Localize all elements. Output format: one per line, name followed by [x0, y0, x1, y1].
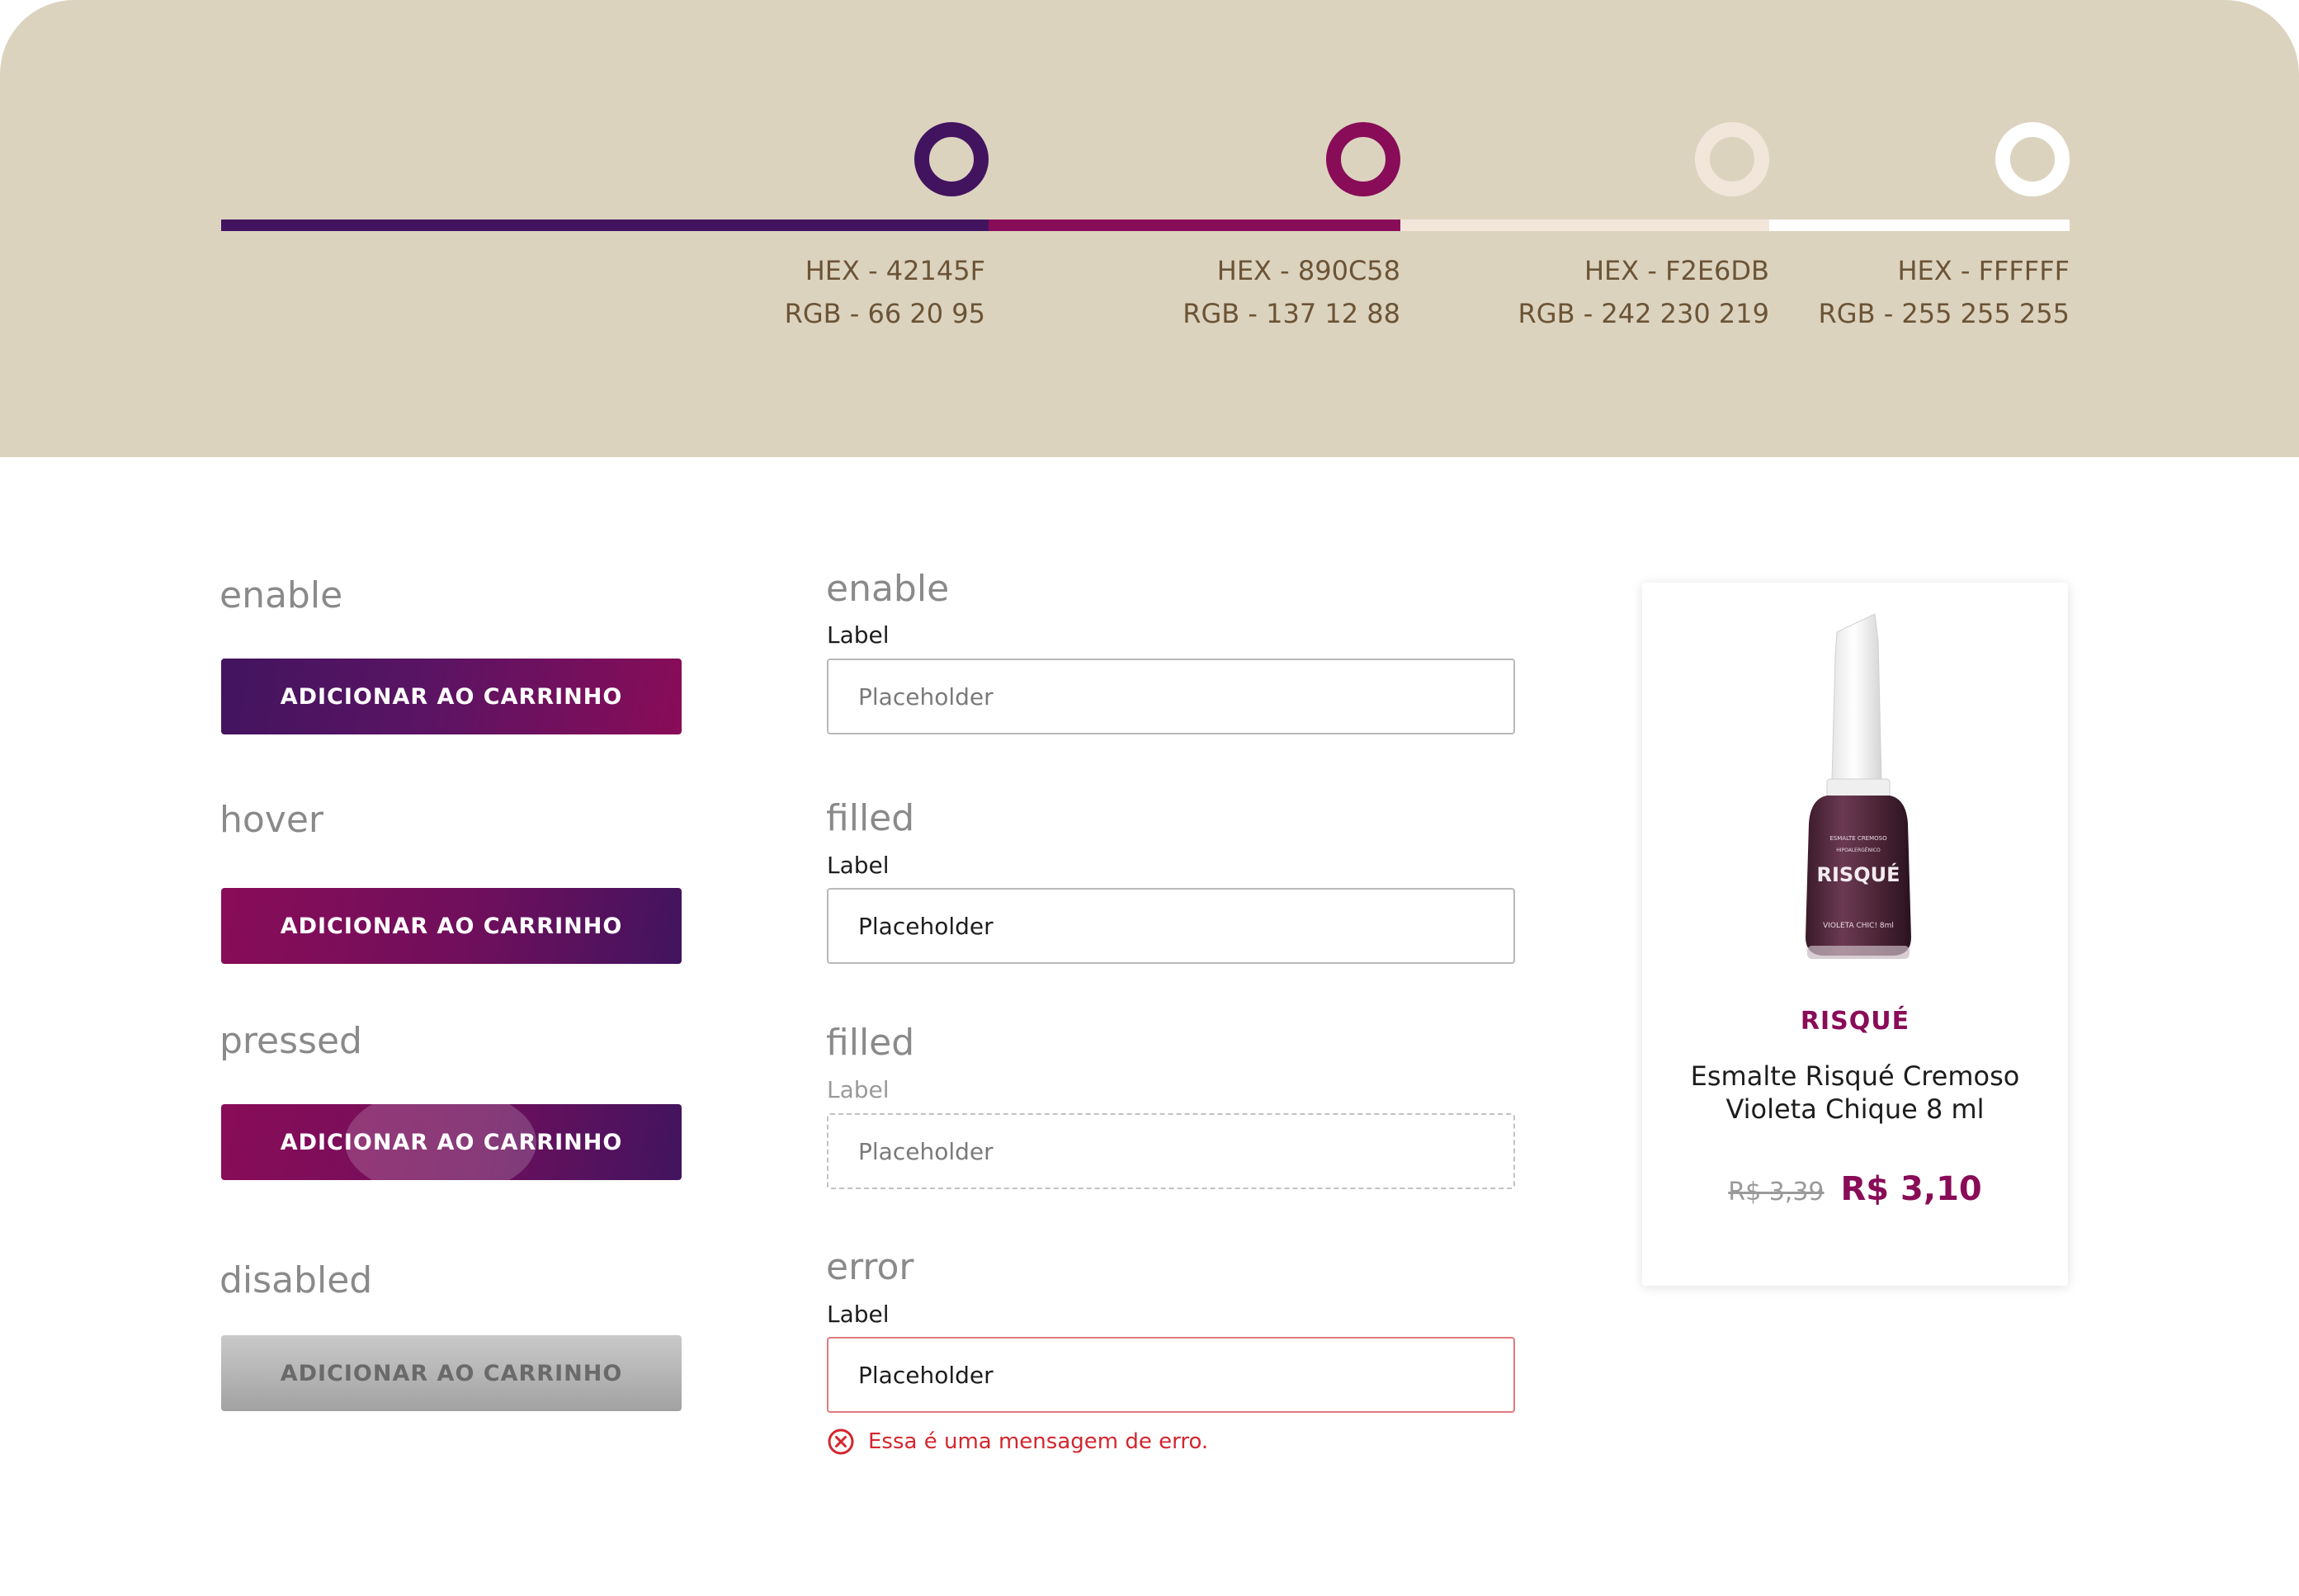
- product-name[interactable]: Esmalte Risqué Cremoso Violeta Chique 8 …: [1659, 1060, 2051, 1126]
- field-label: Label: [827, 1076, 890, 1103]
- hex-value: HEX - 42145F: [805, 255, 985, 286]
- add-to-cart-button-disabled: ADICIONAR AO CARRINHO: [221, 1335, 682, 1411]
- button-state-title: disabled: [220, 1259, 373, 1301]
- svg-text:HIPOALERGÊNICO: HIPOALERGÊNICO: [1836, 847, 1881, 853]
- hex-value: HEX - 890C58: [1216, 255, 1400, 286]
- swatch-ring-f2e6db: [1695, 122, 1769, 196]
- price-row: R$ 3,39 R$ 3,10: [1642, 1170, 2068, 1208]
- button-state-title: enable: [220, 574, 343, 616]
- color-palette-section: HEX - 42145F RGB - 66 20 95 HEX - 890C58…: [0, 0, 2299, 457]
- text-input-disabled: [827, 1113, 1515, 1189]
- product-card[interactable]: ESMALTE CREMOSO HIPOALERGÊNICO RISQUÉ VI…: [1642, 583, 2068, 1286]
- swatch-info-f2e6db: HEX - F2E6DB RGB - 242 230 219: [1518, 249, 1769, 335]
- field-label: Label: [827, 1301, 890, 1328]
- rgb-value: RGB - 66 20 95: [784, 298, 985, 329]
- text-input-filled[interactable]: [827, 888, 1515, 964]
- text-input-enable[interactable]: [827, 659, 1515, 734]
- bottle-brand-text: RISQUÉ: [1817, 862, 1900, 886]
- hex-value: HEX - FFFFFF: [1897, 255, 2070, 286]
- rgb-value: RGB - 137 12 88: [1183, 298, 1400, 329]
- add-to-cart-button-hover[interactable]: ADICIONAR AO CARRINHO: [221, 888, 682, 964]
- add-to-cart-button[interactable]: ADICIONAR AO CARRINHO: [221, 659, 682, 734]
- svg-text:ESMALTE CREMOSO: ESMALTE CREMOSO: [1829, 835, 1887, 842]
- input-state-title: filled: [826, 1022, 915, 1064]
- text-input-error[interactable]: [827, 1337, 1515, 1413]
- field-label: Label: [827, 852, 890, 879]
- current-price: R$ 3,10: [1840, 1170, 1982, 1208]
- swatch-info-890c58: HEX - 890C58 RGB - 137 12 88: [1183, 249, 1400, 335]
- button-label: ADICIONAR AO CARRINHO: [280, 1129, 623, 1155]
- color-bar-890c58: [989, 220, 1400, 231]
- error-circle-icon: [828, 1428, 854, 1455]
- add-to-cart-button-pressed[interactable]: ADICIONAR AO CARRINHO: [221, 1104, 682, 1180]
- button-state-title: hover: [220, 799, 324, 841]
- button-label: ADICIONAR AO CARRINHO: [280, 683, 623, 710]
- input-state-title: filled: [826, 797, 915, 839]
- swatch-info-42145f: HEX - 42145F RGB - 66 20 95: [785, 249, 985, 335]
- button-state-title: pressed: [220, 1020, 362, 1062]
- product-image[interactable]: ESMALTE CREMOSO HIPOALERGÊNICO RISQUÉ VI…: [1789, 607, 1929, 970]
- old-price: R$ 3,39: [1728, 1178, 1825, 1206]
- color-bar-42145f: [221, 220, 989, 231]
- swatch-ring-ffffff: [1995, 122, 2070, 196]
- swatch-info-ffffff: HEX - FFFFFF RGB - 255 255 255: [1819, 249, 2070, 335]
- field-label: Label: [827, 621, 890, 649]
- rgb-value: RGB - 255 255 255: [1818, 298, 2070, 329]
- hex-value: HEX - F2E6DB: [1584, 255, 1769, 286]
- button-label: ADICIONAR AO CARRINHO: [280, 913, 623, 939]
- rgb-value: RGB - 242 230 219: [1518, 298, 1769, 329]
- color-bar-f2e6db: [1400, 220, 1769, 231]
- button-label: ADICIONAR AO CARRINHO: [280, 1360, 623, 1386]
- product-brand: RISQUÉ: [1800, 1007, 1910, 1036]
- input-state-title: enable: [826, 568, 950, 610]
- color-bar-ffffff: [1769, 220, 2070, 231]
- swatch-ring-42145f: [914, 122, 989, 196]
- swatch-ring-890c58: [1326, 122, 1400, 196]
- error-text: Essa é uma mensagem de erro.: [868, 1429, 1209, 1454]
- error-message: Essa é uma mensagem de erro.: [827, 1428, 1208, 1456]
- bottle-shade-text: VIOLETA CHIC! 8ml: [1823, 922, 1894, 930]
- input-state-title: error: [826, 1246, 914, 1288]
